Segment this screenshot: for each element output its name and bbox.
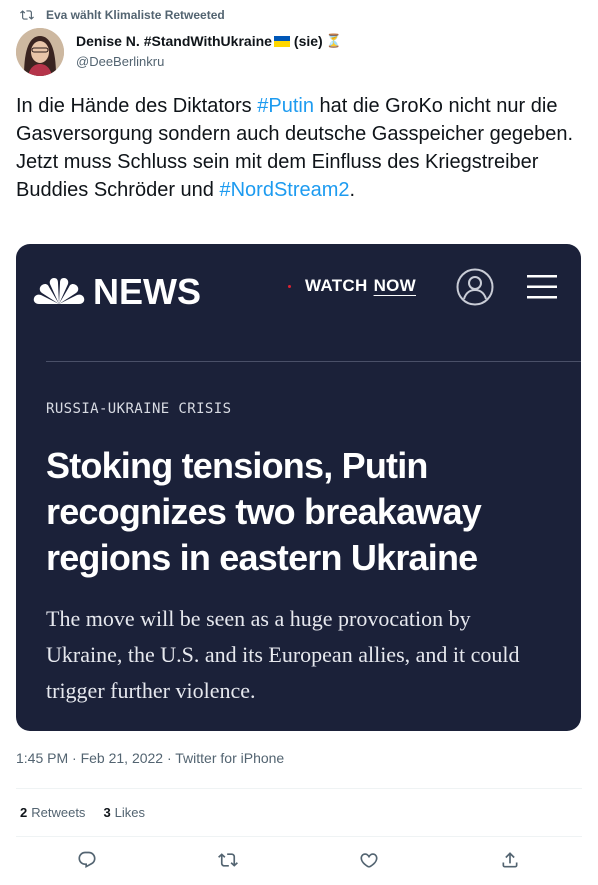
hourglass-icon: ⏳: [325, 33, 342, 48]
likes-label: Likes: [114, 805, 146, 820]
account-icon[interactable]: [455, 267, 495, 307]
likes-stat[interactable]: 3 Likes: [103, 805, 145, 820]
author-name-row[interactable]: Denise N. #StandWithUkraine (sie) ⏳: [76, 33, 342, 49]
retweet-context-text: Eva wählt Klimaliste Retweeted: [46, 8, 225, 22]
watch-label: WATCH: [305, 276, 368, 295]
stats-bottom-divider: [16, 836, 582, 837]
now-label: NOW: [373, 276, 417, 295]
nbc-news-logo: NEWS: [33, 271, 201, 313]
card-logo-text: NEWS: [93, 271, 201, 312]
author-handle[interactable]: @DeeBerlinkru: [76, 54, 342, 69]
author-pronouns: (sie): [293, 33, 323, 49]
retweet-context[interactable]: Eva wählt Klimaliste Retweeted: [20, 8, 225, 22]
media-card[interactable]: NEWS WATCH NOW RUSSIA-UKRAINE CRISIS Sto…: [16, 244, 581, 731]
ukraine-flag-icon: [273, 35, 290, 47]
menu-icon[interactable]: [527, 273, 557, 301]
author-name[interactable]: Denise N. #StandWithUkraine: [76, 33, 272, 49]
retweets-label: Retweets: [31, 805, 86, 820]
live-dot-icon: [288, 284, 291, 288]
avatar[interactable]: [16, 28, 64, 76]
author-block[interactable]: Denise N. #StandWithUkraine (sie) ⏳ @Dee…: [76, 33, 342, 69]
article-dek: The move will be seen as a huge provocat…: [46, 606, 520, 703]
card-divider: [46, 361, 581, 362]
tweet-text-part: .: [349, 179, 356, 201]
share-icon[interactable]: [500, 850, 520, 870]
article-kicker: RUSSIA-UKRAINE CRISIS: [46, 401, 232, 417]
hashtag-link[interactable]: #NordStream2: [219, 179, 349, 201]
retweet-icon: [20, 10, 34, 20]
stats-top-divider: [16, 788, 582, 789]
avatar-image: [16, 28, 64, 76]
tweet-meta[interactable]: 1:45 PM · Feb 21, 2022 · Twitter for iPh…: [16, 750, 284, 766]
retweets-count: 2: [20, 805, 28, 820]
retweets-stat[interactable]: 2 Retweets: [20, 805, 85, 820]
tweet-stats: 2 Retweets 3 Likes: [20, 805, 163, 820]
nbc-peacock-icon: [33, 278, 85, 304]
tweet-actions: [0, 850, 598, 874]
watch-now-link[interactable]: WATCH NOW: [288, 276, 416, 296]
retweet-action-icon[interactable]: [218, 850, 238, 870]
likes-count: 3: [103, 805, 111, 820]
hashtag-link[interactable]: #Putin: [257, 95, 314, 117]
article-headline: Stoking tensions, Putin recognizes two b…: [46, 445, 482, 578]
like-icon[interactable]: [359, 850, 379, 870]
tweet-text: In die Hände des Diktators #Putin hat di…: [16, 92, 581, 204]
reply-icon[interactable]: [77, 850, 97, 870]
tweet-text-part: In die Hände des Diktators: [16, 95, 258, 117]
